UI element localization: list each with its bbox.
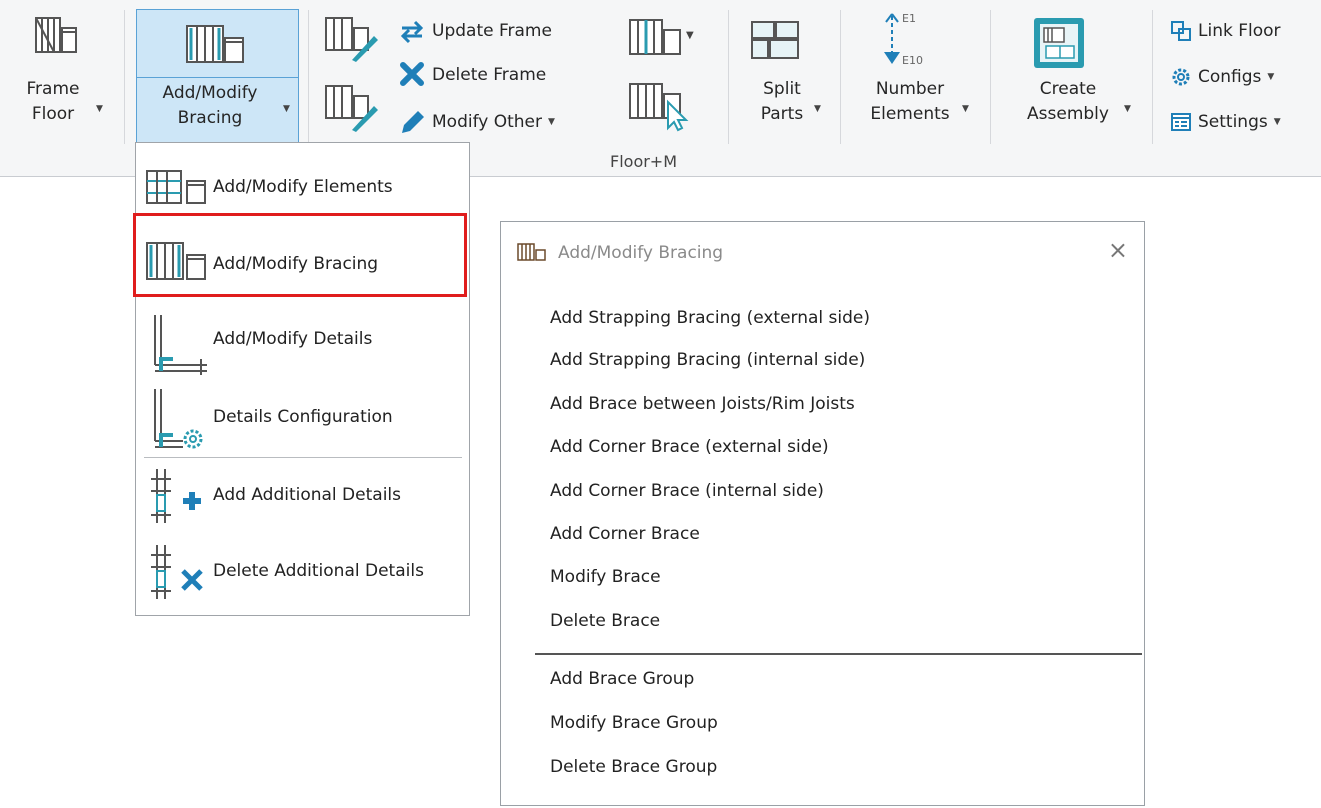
- sync-arrows-icon: [398, 18, 426, 44]
- svg-text:E1: E1: [902, 12, 916, 25]
- menu-item-add-modify-details[interactable]: Add/Modify Details: [137, 305, 467, 381]
- panel-label: Floor+M: [610, 152, 678, 171]
- split-parts-icon: [750, 18, 802, 62]
- dialog-item-corner-brace-internal[interactable]: Add Corner Brace (internal side): [550, 481, 824, 501]
- chevron-down-icon: ▼: [962, 104, 969, 114]
- menu-item-delete-additional-details[interactable]: Delete Additional Details: [137, 535, 467, 613]
- chevron-down-icon: ▼: [548, 117, 555, 127]
- frame-elements-icon: [143, 167, 209, 207]
- modify-other-label: Modify Other: [432, 112, 543, 132]
- chevron-down-icon: ▼: [1267, 72, 1275, 82]
- gear-icon: [1170, 66, 1192, 88]
- update-frame-large-icon[interactable]: [324, 14, 380, 62]
- create-assembly-button[interactable]: Create Assembly ▼: [1002, 8, 1142, 144]
- chevron-down-icon: ▼: [1273, 117, 1281, 127]
- delete-x-icon: [398, 62, 426, 88]
- dialog-item-delete-brace[interactable]: Delete Brace: [550, 611, 660, 631]
- link-floor-label: Link Floor: [1198, 21, 1281, 41]
- menu-item-label: Add/Modify Details: [213, 329, 373, 349]
- chevron-down-icon: ▼: [96, 104, 103, 114]
- split-parts-label: Split Parts: [760, 79, 804, 124]
- close-icon[interactable]: ×: [1108, 236, 1128, 264]
- menu-item-label: Delete Additional Details: [213, 561, 424, 581]
- dialog-divider: [535, 653, 1142, 655]
- menu-item-label: Details Configuration: [213, 407, 393, 427]
- floor-layout-button[interactable]: ▼: [628, 16, 694, 60]
- add-modify-bracing-label: Add/Modify Bracing: [162, 83, 258, 128]
- number-elements-button[interactable]: E1 E10 Number Elements ▼: [852, 8, 980, 144]
- modify-other-button[interactable]: Modify Other ▼: [398, 105, 555, 139]
- split-parts-button[interactable]: Split Parts ▼: [740, 8, 830, 144]
- dialog-title: Add/Modify Bracing: [558, 243, 724, 263]
- svg-text:▼: ▼: [686, 30, 694, 41]
- number-arrows-icon: E1 E10: [878, 10, 938, 66]
- delete-frame-label: Delete Frame: [432, 65, 547, 85]
- create-assembly-label: Create Assembly: [1027, 79, 1109, 124]
- configs-label: Configs: [1198, 67, 1262, 87]
- delete-frame-button[interactable]: Delete Frame: [398, 58, 546, 92]
- frame-floor-button[interactable]: Frame Floor ▼: [14, 8, 124, 144]
- menu-item-label: Add Additional Details: [213, 485, 401, 505]
- dialog-item-modify-brace[interactable]: Modify Brace: [550, 567, 661, 587]
- menu-item-label: Add/Modify Elements: [213, 177, 393, 197]
- dialog-item-delete-brace-group[interactable]: Delete Brace Group: [550, 757, 717, 777]
- settings-button[interactable]: Settings ▼: [1170, 105, 1281, 139]
- settings-panel-icon: [1170, 111, 1192, 133]
- dialog-item-modify-brace-group[interactable]: Modify Brace Group: [550, 713, 718, 733]
- details-icon: [143, 313, 213, 377]
- dialog-item-strapping-internal[interactable]: Add Strapping Bracing (internal side): [550, 350, 865, 370]
- bracing-icon: [185, 22, 247, 66]
- update-frame-label: Update Frame: [432, 21, 552, 41]
- menu-divider: [144, 457, 462, 458]
- bracing-icon: [517, 243, 547, 261]
- svg-text:E10: E10: [902, 54, 923, 66]
- link-icon: [1170, 20, 1192, 42]
- add-modify-bracing-menu-button[interactable]: Add/Modify Bracing ▼: [136, 77, 299, 145]
- add-details-icon: [143, 465, 213, 529]
- menu-item-add-additional-details[interactable]: Add Additional Details: [137, 459, 467, 535]
- dialog-item-brace-between-joists[interactable]: Add Brace between Joists/Rim Joists: [550, 394, 855, 414]
- menu-item-add-modify-elements[interactable]: Add/Modify Elements: [137, 147, 467, 223]
- number-elements-label: Number Elements: [870, 79, 950, 124]
- link-floor-button[interactable]: Link Floor: [1170, 14, 1281, 48]
- assembly-icon: [1032, 16, 1090, 72]
- modify-frame-large-icon[interactable]: [324, 82, 380, 134]
- settings-label: Settings: [1198, 112, 1268, 132]
- selected-item-highlight: [133, 213, 467, 297]
- dialog-item-strapping-external[interactable]: Add Strapping Bracing (external side): [550, 308, 870, 328]
- delete-details-icon: [143, 541, 213, 605]
- dialog-item-add-brace-group[interactable]: Add Brace Group: [550, 669, 694, 689]
- floor-select-button[interactable]: [628, 80, 694, 132]
- add-modify-bracing-button[interactable]: [136, 9, 299, 77]
- frame-floor-label: Frame Floor: [26, 79, 80, 124]
- menu-item-details-configuration[interactable]: Details Configuration: [137, 381, 467, 457]
- details-config-icon: [143, 387, 213, 451]
- configs-button[interactable]: Configs ▼: [1170, 60, 1274, 94]
- update-frame-button[interactable]: Update Frame: [398, 14, 552, 48]
- frame-floor-icon: [34, 14, 80, 56]
- add-modify-bracing-dialog: Add/Modify Bracing × Add Strapping Braci…: [500, 221, 1145, 806]
- dialog-item-corner-brace[interactable]: Add Corner Brace: [550, 524, 700, 544]
- dialog-item-corner-brace-external[interactable]: Add Corner Brace (external side): [550, 437, 829, 457]
- chevron-down-icon: ▼: [1124, 104, 1131, 114]
- chevron-down-icon: ▼: [814, 104, 821, 114]
- pencil-icon: [398, 109, 426, 135]
- chevron-down-icon: ▼: [283, 104, 290, 114]
